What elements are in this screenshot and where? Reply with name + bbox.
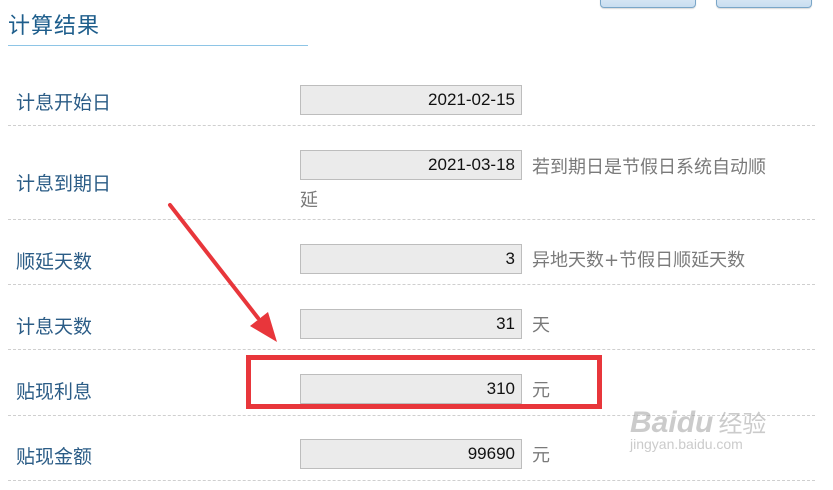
watermark-brand-du: du (676, 406, 714, 439)
watermark-brand: Bai (630, 406, 677, 439)
watermark-cn: 经验 (718, 410, 767, 438)
watermark: Baidu 经验 jingyan.baidu.com (630, 404, 820, 452)
watermark-url: jingyan.baidu.com (630, 436, 743, 452)
